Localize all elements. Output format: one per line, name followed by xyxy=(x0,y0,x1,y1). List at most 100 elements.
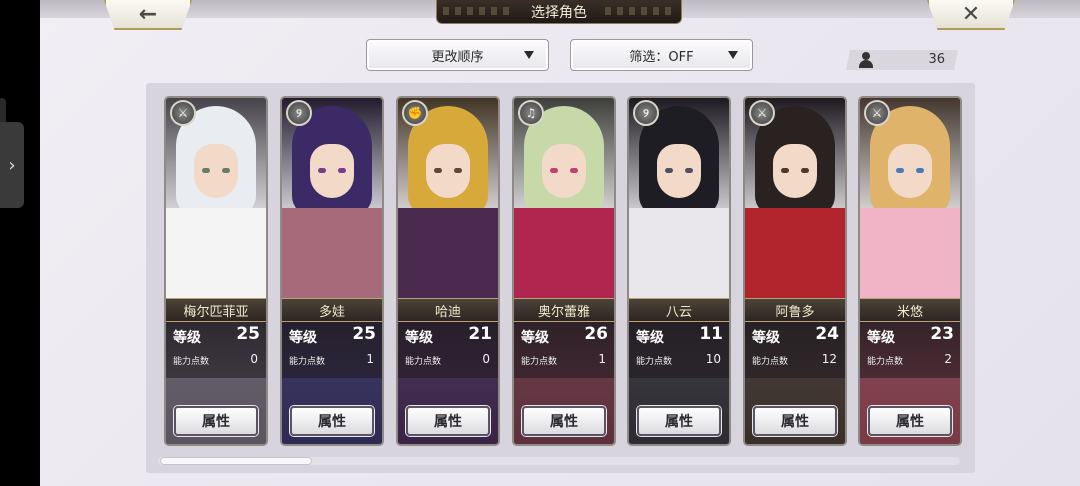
attributes-button[interactable]: 属性 xyxy=(637,406,721,436)
level-value: 23 xyxy=(930,324,954,344)
level-value: 21 xyxy=(468,324,492,344)
character-name: 米悠 xyxy=(860,298,960,322)
ability-points-value: 1 xyxy=(366,352,374,366)
portrait-face xyxy=(310,144,354,198)
portrait-face xyxy=(657,144,701,198)
level-label: 等级 xyxy=(289,330,317,346)
character-stats: 等级 23 能力点数 2 xyxy=(860,322,960,378)
character-card[interactable]: ୨ 八云 等级 11 能力点数 10 属性 xyxy=(627,96,731,446)
character-stats: 等级 25 能力点数 0 xyxy=(166,322,266,378)
character-name: 奥尔蕾雅 xyxy=(514,298,614,322)
level-label: 等级 xyxy=(521,330,549,346)
character-card[interactable]: ⚔ 米悠 等级 23 能力点数 2 属性 xyxy=(858,96,962,446)
character-card[interactable]: ♫ 奥尔蕾雅 等级 26 能力点数 1 属性 xyxy=(512,96,616,446)
close-icon: ✕ xyxy=(961,1,981,27)
title-decoration-left xyxy=(443,7,513,15)
close-button[interactable]: ✕ xyxy=(927,0,1015,30)
ability-points-value: 12 xyxy=(821,352,837,366)
side-expand-tab[interactable]: › xyxy=(0,122,24,208)
attributes-button[interactable]: 属性 xyxy=(290,406,374,436)
portrait-face xyxy=(426,144,470,198)
ability-points-label: 能力点数 xyxy=(289,357,326,367)
horizontal-scrollbar-thumb[interactable] xyxy=(160,457,312,465)
sort-order-dropdown[interactable]: 更改顺序 xyxy=(366,39,549,71)
portrait-eye xyxy=(550,168,558,173)
level-label: 等级 xyxy=(867,330,895,346)
chevron-right-icon: › xyxy=(8,154,16,176)
character-stats: 等级 26 能力点数 1 xyxy=(514,322,614,378)
portrait-eye xyxy=(434,168,442,173)
ability-points-label: 能力点数 xyxy=(636,357,673,367)
app-screen: › ← ✕ 选择角色 更改顺序 筛选：OFF 36 ⚔ 梅尔匹菲亚 等级 25 … xyxy=(0,0,1080,486)
filter-dropdown[interactable]: 筛选：OFF xyxy=(570,39,753,71)
left-system-bar xyxy=(0,0,40,486)
chevron-down-icon xyxy=(524,51,534,59)
gauntlet-icon: ✊ xyxy=(402,100,428,126)
character-portrait xyxy=(745,98,845,444)
portrait-outfit xyxy=(166,208,266,298)
character-name: 阿鲁多 xyxy=(745,298,845,322)
character-card[interactable]: ୨ 多娃 等级 25 能力点数 1 属性 xyxy=(280,96,384,446)
character-card[interactable]: ⚔ 梅尔匹菲亚 等级 25 能力点数 0 属性 xyxy=(164,96,268,446)
ability-points-value: 0 xyxy=(250,352,258,366)
attributes-button[interactable]: 属性 xyxy=(753,406,837,436)
ability-points-label: 能力点数 xyxy=(867,357,904,367)
sort-order-label: 更改顺序 xyxy=(431,49,484,65)
portrait-eye xyxy=(202,168,210,173)
portrait-outfit xyxy=(514,208,614,298)
portrait-eye xyxy=(570,168,578,173)
character-stats: 等级 21 能力点数 0 xyxy=(398,322,498,378)
ability-points-label: 能力点数 xyxy=(752,357,789,367)
portrait-outfit xyxy=(398,208,498,298)
bell-icon: ♫ xyxy=(518,100,544,126)
title-decoration-right xyxy=(605,7,675,15)
attributes-button[interactable]: 属性 xyxy=(406,406,490,436)
character-card[interactable]: ✊ 哈迪 等级 21 能力点数 0 属性 xyxy=(396,96,500,446)
back-button[interactable]: ← xyxy=(104,0,192,30)
character-portrait xyxy=(282,98,382,444)
level-value: 25 xyxy=(352,324,376,344)
portrait-face xyxy=(773,144,817,198)
person-icon xyxy=(859,52,873,68)
character-stats: 等级 11 能力点数 10 xyxy=(629,322,729,378)
attributes-button[interactable]: 属性 xyxy=(522,406,606,436)
ability-points-value: 10 xyxy=(705,352,721,366)
character-stats: 等级 25 能力点数 1 xyxy=(282,322,382,378)
title-plate: 选择角色 xyxy=(436,0,682,24)
level-label: 等级 xyxy=(405,330,433,346)
filter-label: 筛选：OFF xyxy=(629,49,694,65)
character-name: 梅尔匹菲亚 xyxy=(166,298,266,322)
portrait-eye xyxy=(222,168,230,173)
portrait-eye xyxy=(781,168,789,173)
character-name: 八云 xyxy=(629,298,729,322)
ability-points-value: 1 xyxy=(598,352,606,366)
character-portrait xyxy=(398,98,498,444)
character-portrait xyxy=(860,98,960,444)
character-stats: 等级 24 能力点数 12 xyxy=(745,322,845,378)
attributes-button[interactable]: 属性 xyxy=(174,406,258,436)
portrait-outfit xyxy=(745,208,845,298)
level-value: 25 xyxy=(236,324,260,344)
character-portrait xyxy=(629,98,729,444)
portrait-eye xyxy=(338,168,346,173)
character-portrait xyxy=(166,98,266,444)
portrait-outfit xyxy=(282,208,382,298)
portrait-face xyxy=(542,144,586,198)
sword-icon: ⚔ xyxy=(170,100,196,126)
chevron-down-icon xyxy=(728,51,738,59)
portrait-eye xyxy=(916,168,924,173)
portrait-face xyxy=(194,144,238,198)
portrait-eye xyxy=(454,168,462,173)
staff-icon: ୨ xyxy=(286,100,312,126)
ability-points-label: 能力点数 xyxy=(405,357,442,367)
page-title: 选择角色 xyxy=(531,4,587,21)
character-portrait xyxy=(514,98,614,444)
character-card[interactable]: ⚔ 阿鲁多 等级 24 能力点数 12 属性 xyxy=(743,96,847,446)
portrait-eye xyxy=(685,168,693,173)
level-label: 等级 xyxy=(636,330,664,346)
attributes-button[interactable]: 属性 xyxy=(868,406,952,436)
ability-points-label: 能力点数 xyxy=(521,357,558,367)
back-arrow-icon: ← xyxy=(138,1,158,27)
portrait-eye xyxy=(801,168,809,173)
level-label: 等级 xyxy=(752,330,780,346)
